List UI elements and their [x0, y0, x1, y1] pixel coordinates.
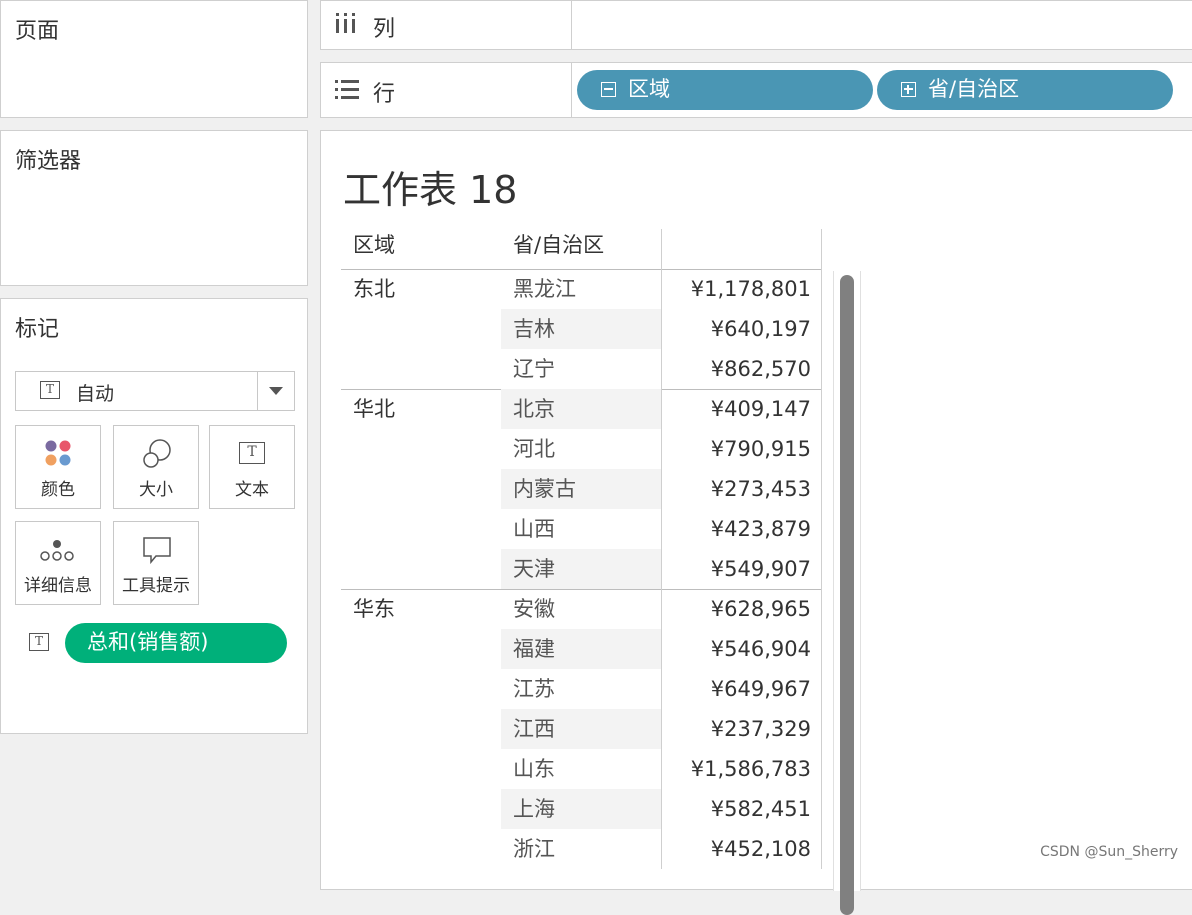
- province-cell[interactable]: 黑龙江: [501, 269, 661, 309]
- watermark: CSDN @Sun_Sherry: [1040, 844, 1178, 860]
- marks-title: 标记: [15, 317, 60, 342]
- columns-icon: [336, 13, 355, 33]
- measure-pill-sum-sales[interactable]: 总和(销售额): [65, 623, 287, 663]
- province-cell[interactable]: 上海: [501, 789, 661, 829]
- columns-shelf[interactable]: 列: [320, 0, 1192, 50]
- province-cell[interactable]: 江苏: [501, 669, 661, 709]
- province-cell[interactable]: 山东: [501, 749, 661, 789]
- sales-value-cell[interactable]: ¥546,904: [661, 629, 821, 669]
- tooltip-card[interactable]: 工具提示: [113, 521, 199, 605]
- size-icon: [143, 439, 171, 468]
- rows-shelf[interactable]: 行 区域 省/自治区: [320, 62, 1192, 118]
- marks-panel: 标记 T 自动 颜色 大小 T 文本 详细信息 工具提示 T 总和(销售额): [0, 298, 308, 734]
- pages-panel[interactable]: 页面: [0, 0, 308, 118]
- value-column-divider: [661, 269, 662, 869]
- expand-icon[interactable]: [901, 82, 916, 97]
- sales-value-cell[interactable]: ¥862,570: [661, 349, 821, 389]
- rows-icon: [335, 80, 359, 99]
- text-card[interactable]: T 文本: [209, 425, 295, 509]
- columns-shelf-header: 列: [321, 1, 572, 49]
- filters-title: 筛选器: [15, 149, 82, 174]
- text-icon: T: [239, 442, 265, 464]
- value-column-right-border: [821, 269, 822, 869]
- header-right-divider: [821, 229, 822, 269]
- row-pill-region[interactable]: 区域: [577, 70, 873, 110]
- province-cell[interactable]: 山西: [501, 509, 661, 549]
- rows-shelf-header: 行: [321, 63, 572, 117]
- province-cell[interactable]: 辽宁: [501, 349, 661, 389]
- scrollbar-thumb[interactable]: [840, 275, 854, 915]
- detail-card[interactable]: 详细信息: [15, 521, 101, 605]
- text-encoding-icon: T: [29, 633, 49, 651]
- worksheet: 工作表 18 区域 省/自治区东北 黑龙江 ¥1,178,801 吉林 ¥640,197 辽…: [320, 130, 1192, 915]
- color-card-label: 颜色: [41, 480, 75, 500]
- collapse-icon[interactable]: [601, 82, 616, 97]
- header-region: 区域: [353, 233, 395, 257]
- province-cell[interactable]: 天津: [501, 549, 661, 589]
- region-label: 华东: [353, 597, 395, 621]
- size-card[interactable]: 大小: [113, 425, 199, 509]
- detail-card-label: 详细信息: [24, 576, 92, 596]
- color-card[interactable]: 颜色: [15, 425, 101, 509]
- text-mark-icon: T: [40, 381, 60, 399]
- row-pill-region-label: 区域: [628, 77, 670, 101]
- sales-value-cell[interactable]: ¥1,178,801: [661, 269, 821, 309]
- province-cell[interactable]: 安徽: [501, 589, 661, 629]
- sales-value-cell[interactable]: ¥273,453: [661, 469, 821, 509]
- mark-type-dropdown[interactable]: T 自动: [15, 371, 295, 411]
- filters-panel[interactable]: 筛选器: [0, 130, 308, 286]
- header-province: 省/自治区: [513, 233, 605, 257]
- province-cell[interactable]: 河北: [501, 429, 661, 469]
- chevron-down-icon[interactable]: [257, 372, 294, 410]
- region-label: 华北: [353, 397, 395, 421]
- sales-value-cell[interactable]: ¥640,197: [661, 309, 821, 349]
- sales-value-cell[interactable]: ¥409,147: [661, 389, 821, 429]
- province-cell[interactable]: 北京: [501, 389, 661, 429]
- rows-label: 行: [373, 82, 396, 107]
- sales-value-cell[interactable]: ¥549,907: [661, 549, 821, 589]
- province-cell[interactable]: 浙江: [501, 829, 661, 869]
- sales-value-cell[interactable]: ¥790,915: [661, 429, 821, 469]
- sales-value-cell[interactable]: ¥1,586,783: [661, 749, 821, 789]
- text-card-label: 文本: [235, 480, 269, 500]
- province-cell[interactable]: 江西: [501, 709, 661, 749]
- vertical-scrollbar[interactable]: [833, 271, 861, 915]
- sales-value-cell[interactable]: ¥237,329: [661, 709, 821, 749]
- columns-label: 列: [373, 17, 396, 42]
- province-cell[interactable]: 内蒙古: [501, 469, 661, 509]
- sales-value-cell[interactable]: ¥628,965: [661, 589, 821, 629]
- region-label: 东北: [353, 277, 395, 301]
- mark-type-label: 自动: [76, 383, 115, 405]
- detail-icon: [40, 540, 74, 561]
- color-icon: [45, 440, 71, 466]
- sales-value-cell[interactable]: ¥582,451: [661, 789, 821, 829]
- tooltip-card-label: 工具提示: [122, 576, 190, 596]
- sheet-title: 工作表 18: [343, 168, 518, 212]
- row-pill-province-label: 省/自治区: [928, 77, 1020, 101]
- sales-value-cell[interactable]: ¥649,967: [661, 669, 821, 709]
- header-value-divider: [661, 229, 662, 269]
- sales-value-cell[interactable]: ¥452,108: [661, 829, 821, 869]
- size-card-label: 大小: [139, 480, 173, 500]
- tooltip-icon: [143, 537, 171, 565]
- sales-value-cell[interactable]: ¥423,879: [661, 509, 821, 549]
- row-pill-province[interactable]: 省/自治区: [877, 70, 1173, 110]
- province-cell[interactable]: 吉林: [501, 309, 661, 349]
- pages-title: 页面: [15, 19, 60, 44]
- province-cell[interactable]: 福建: [501, 629, 661, 669]
